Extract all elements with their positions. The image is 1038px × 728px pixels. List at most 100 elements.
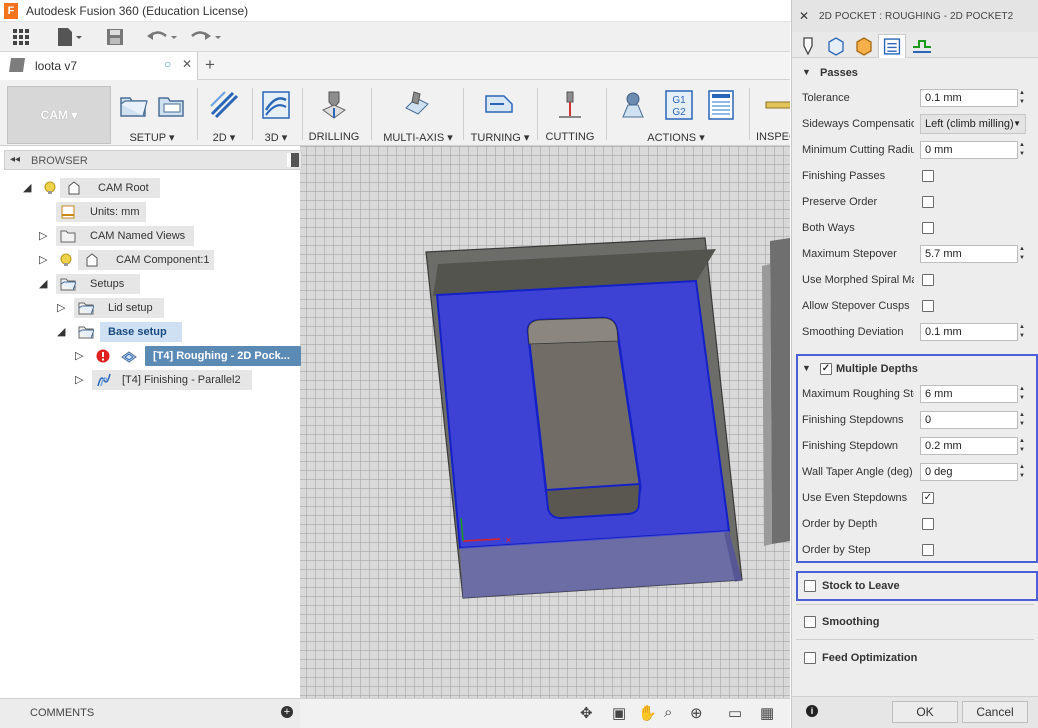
spinner-icon[interactable]: ▲ ▼: [1018, 141, 1026, 159]
expand-arrow-icon[interactable]: ◢: [39, 277, 49, 290]
sideways-compensation-select[interactable]: Left (climb milling) ▼: [920, 114, 1026, 134]
max-roughing-stepdown-input[interactable]: 6 mm: [920, 385, 1018, 403]
ok-button[interactable]: OK: [892, 701, 958, 723]
section-feed-optimization-header[interactable]: Feed Optimization: [796, 647, 1036, 669]
operation-dialog: ✕ 2D POCKET : ROUGHING - 2D POCKET2 ▼ Pa…: [791, 0, 1038, 728]
workspace-switcher-button[interactable]: CAM ▾: [7, 86, 111, 144]
tab-geometry-icon[interactable]: [822, 34, 850, 58]
ribbon-group-drilling[interactable]: DRILLING: [306, 84, 362, 144]
spinner-icon[interactable]: ▲ ▼: [1018, 385, 1026, 403]
ribbon-group-setup[interactable]: SETUP ▾: [116, 84, 188, 144]
section-stock-to-leave-header[interactable]: Stock to Leave: [796, 575, 1036, 597]
ribbon-group-multi-axis[interactable]: MULTI-AXIS ▾: [380, 84, 456, 144]
comments-bar[interactable]: COMMENTS +: [0, 698, 300, 728]
section-smoothing-header[interactable]: Smoothing: [796, 611, 1036, 633]
tree-node-roughing-op[interactable]: ▷ [T4] Roughing - 2D Pock...: [4, 346, 302, 366]
finishing-passes-checkbox[interactable]: [922, 170, 934, 182]
min-cutting-radius-input[interactable]: 0 mm: [920, 141, 1018, 159]
ribbon-group-actions[interactable]: G1 G2 ACTIONS ▾: [612, 84, 740, 144]
orbit-move-icon[interactable]: ✥: [580, 704, 593, 722]
tree-node-units[interactable]: Units: mm: [4, 202, 154, 222]
close-tab-icon[interactable]: ✕: [182, 57, 192, 71]
tree-node-cam-component[interactable]: ▷ CAM Component:1: [4, 250, 224, 270]
expand-arrow-icon[interactable]: ▷: [57, 301, 67, 314]
app-grid-icon[interactable]: [12, 27, 30, 47]
finishing-stepdown-input[interactable]: 0.2 mm: [920, 437, 1018, 455]
browser-header[interactable]: ◂◂ BROWSER: [4, 150, 302, 170]
preserve-order-checkbox[interactable]: [922, 196, 934, 208]
ribbon-group-3d[interactable]: 3D ▾: [256, 84, 296, 144]
stock-to-leave-checkbox[interactable]: [804, 580, 816, 592]
allow-stepover-cusps-checkbox[interactable]: [922, 300, 934, 312]
look-at-icon[interactable]: ▣: [612, 704, 626, 722]
multiple-depths-checkbox[interactable]: ✓: [820, 363, 832, 375]
visibility-bulb-icon[interactable]: [58, 253, 74, 267]
display-settings-icon[interactable]: ▭: [728, 704, 742, 722]
ribbon-group-2d[interactable]: 2D ▾: [202, 84, 246, 144]
ribbon-group-inspect[interactable]: INSPEC: [756, 84, 790, 144]
feed-optimization-checkbox[interactable]: [804, 652, 816, 664]
order-by-depth-checkbox[interactable]: [922, 518, 934, 530]
undo-icon[interactable]: [146, 27, 178, 47]
expand-arrow-icon[interactable]: ▷: [39, 229, 49, 242]
spinner-icon[interactable]: ▲ ▼: [1018, 437, 1026, 455]
tree-node-cam-root[interactable]: ◢ CAM Root: [4, 178, 174, 198]
expand-arrow-icon[interactable]: ▷: [75, 373, 85, 386]
pan-hand-icon[interactable]: ✋: [638, 704, 657, 722]
tree-node-lid-setup[interactable]: ▷ Lid setup: [4, 298, 174, 318]
field-label: Order by Step: [802, 544, 871, 556]
pin-panel-icon[interactable]: [287, 153, 299, 167]
ribbon-divider: [371, 88, 372, 140]
finishing-stepdowns-input[interactable]: 0: [920, 411, 1018, 429]
order-by-step-checkbox[interactable]: [922, 544, 934, 556]
zoom-icon[interactable]: ⌕: [664, 704, 672, 721]
file-menu-icon[interactable]: [56, 27, 82, 47]
tree-node-base-setup[interactable]: ◢ Base setup: [4, 322, 194, 342]
tree-node-setups[interactable]: ◢ Setups: [4, 274, 154, 294]
close-dialog-icon[interactable]: ✕: [799, 9, 809, 23]
section-passes-header[interactable]: ▼ Passes: [796, 62, 1036, 84]
fit-zoom-icon[interactable]: ⊕: [690, 704, 703, 722]
collapse-chevron-icon[interactable]: ◂◂: [10, 154, 20, 165]
spinner-icon[interactable]: ▲ ▼: [1018, 245, 1026, 263]
info-icon[interactable]: i: [806, 705, 818, 717]
grid-settings-icon[interactable]: ▦: [760, 704, 774, 722]
tolerance-input[interactable]: 0.1 mm: [920, 89, 1018, 107]
ribbon-group-turning[interactable]: TURNING ▾: [468, 84, 532, 144]
section-multiple-depths-header[interactable]: ▼ ✓ Multiple Depths: [796, 358, 1036, 380]
document-tab[interactable]: loota v7 ○ ✕: [0, 52, 198, 80]
expand-arrow-icon[interactable]: ▷: [75, 349, 85, 362]
smoothing-deviation-input[interactable]: 0.1 mm: [920, 323, 1018, 341]
row-even-stepdowns: Use Even Stepdowns ✓: [796, 487, 1028, 509]
even-stepdowns-checkbox[interactable]: ✓: [922, 492, 934, 504]
expand-arrow-icon[interactable]: ◢: [23, 181, 33, 194]
tree-node-finishing-op[interactable]: ▷ [T4] Finishing - Parallel2: [4, 370, 264, 390]
tab-linking-icon[interactable]: [908, 34, 936, 58]
svg-text:✕: ✕: [505, 536, 512, 545]
ribbon-group-cutting[interactable]: CUTTING: [542, 84, 598, 144]
spinner-icon[interactable]: ▲ ▼: [1018, 89, 1026, 107]
tree-node-named-views[interactable]: ▷ CAM Named Views: [4, 226, 204, 246]
expand-arrow-icon[interactable]: ◢: [57, 325, 67, 338]
cancel-button[interactable]: Cancel: [962, 701, 1028, 723]
smoothing-checkbox[interactable]: [804, 616, 816, 628]
new-tab-icon[interactable]: +: [205, 55, 215, 75]
spinner-icon[interactable]: ▲ ▼: [1018, 323, 1026, 341]
morphed-spiral-checkbox[interactable]: [922, 274, 934, 286]
max-stepover-input[interactable]: 5.7 mm: [920, 245, 1018, 263]
visibility-bulb-icon[interactable]: [42, 181, 58, 195]
setup-sheet-doc-icon: [708, 90, 734, 120]
save-icon[interactable]: [106, 27, 124, 47]
sync-status-icon: ○: [164, 57, 172, 71]
spinner-icon[interactable]: ▲ ▼: [1018, 463, 1026, 481]
wall-taper-angle-input[interactable]: 0 deg: [920, 463, 1018, 481]
add-comment-icon[interactable]: +: [281, 706, 293, 718]
redo-icon[interactable]: [190, 27, 222, 47]
spinner-icon[interactable]: ▲ ▼: [1018, 411, 1026, 429]
both-ways-checkbox[interactable]: [922, 222, 934, 234]
ribbon-label-3d: 3D: [264, 132, 279, 144]
tab-heights-icon[interactable]: [850, 34, 878, 58]
tab-passes-icon[interactable]: [878, 34, 906, 58]
tab-tool-icon[interactable]: [794, 34, 822, 58]
expand-arrow-icon[interactable]: ▷: [39, 253, 49, 266]
